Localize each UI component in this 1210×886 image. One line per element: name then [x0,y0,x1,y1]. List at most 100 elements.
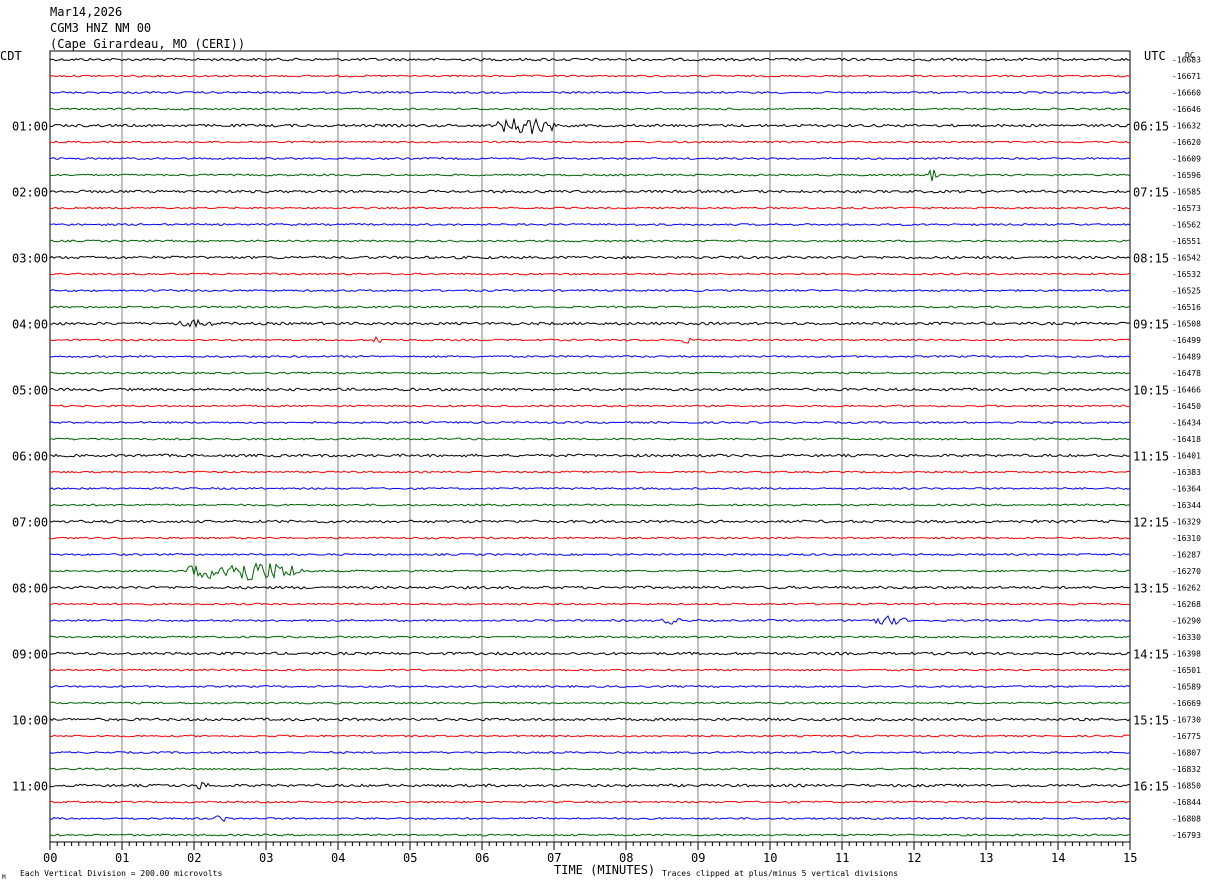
grid [49,50,1131,850]
dc-offset-label: -16807 [1172,749,1201,758]
hour-label-left: 01:00 [12,120,48,134]
dc-offset-label: -16609 [1172,155,1201,164]
dc-offset-label: -16525 [1172,287,1201,296]
dc-offset-label: -16646 [1172,105,1201,114]
trace-17 [49,335,1131,344]
dc-offset-label: -16551 [1172,237,1201,246]
trace-11 [49,239,1131,243]
x-tick-label: 04 [331,851,345,865]
trace-15 [49,305,1131,309]
x-tick-label: 09 [691,851,705,865]
dc-offset-label: -16364 [1172,485,1201,494]
hour-label-right: 14:15 [1133,648,1169,662]
dc-offset-label: -16478 [1172,369,1201,378]
dc-offset-label: -16671 [1172,72,1201,81]
trace-6 [49,156,1131,160]
trace-34 [49,615,1131,626]
dc-offset-label: -16418 [1172,435,1201,444]
clip-note: Traces clipped at plus/minus 5 vertical … [662,869,898,878]
trace-36 [49,651,1131,656]
trace-13 [49,272,1131,276]
trace-29 [49,536,1131,540]
dc-offset-label: -16508 [1172,320,1201,329]
trace-12 [49,255,1131,260]
dc-offset-label: -16775 [1172,732,1201,741]
helicorder-plot: 00 01 02 03 04 05 06 07 08 09 10 11 12 13 14 1501:00 06:… [0,49,1201,881]
dc-offset-label: -16808 [1172,815,1201,824]
x-tick-label: 06 [475,851,489,865]
labels: 00 01 02 03 04 05 06 07 08 09 10 11 12 13 14 1501:00 06:… [12,56,1201,866]
dc-offset-label: -16573 [1172,204,1201,213]
dc-offset-label: -16398 [1172,650,1201,659]
trace-25 [49,470,1131,474]
dc-offset-label: -16290 [1172,617,1201,626]
hour-label-right: 06:15 [1133,120,1169,134]
trace-35 [49,635,1131,639]
hour-label-right: 13:15 [1133,582,1169,596]
trace-19 [49,371,1131,375]
x-tick-label: 01 [115,851,129,865]
trace-7 [49,168,1131,182]
dc-offset-label: -16489 [1172,353,1201,362]
hour-label-right: 12:15 [1133,516,1169,530]
trace-5 [49,140,1131,144]
trace-42 [49,750,1131,755]
trace-31 [49,562,1131,581]
hour-label-left: 03:00 [12,252,48,266]
hour-label-right: 08:15 [1133,252,1169,266]
left-timezone-label: CDT [0,49,22,63]
x-tick-label: 00 [43,851,57,865]
x-tick-label: 03 [259,851,273,865]
x-tick-label: 02 [187,851,201,865]
hour-label-left: 10:00 [12,714,48,728]
trace-41 [49,734,1130,738]
trace-8 [49,189,1131,194]
trace-20 [49,387,1131,392]
x-tick-label: 10 [763,851,777,865]
trace-40 [49,717,1131,722]
dc-offset-label: -16287 [1172,551,1201,560]
dc-offset-label: -16310 [1172,534,1201,543]
corner-mark: M [2,874,6,881]
x-tick-label: 12 [907,851,921,865]
trace-38 [49,684,1131,689]
dc-offset-label: -16516 [1172,303,1201,312]
trace-18 [49,355,1131,359]
dc-offset-label: -16401 [1172,452,1201,461]
dc-offset-label: -16262 [1172,584,1201,593]
trace-4 [49,117,1131,135]
x-tick-label: 15 [1123,851,1137,865]
trace-2 [49,90,1131,95]
trace-28 [49,519,1131,524]
dc-offset-label: -16562 [1172,221,1201,230]
hour-label-left: 07:00 [12,516,48,530]
dc-offset-label: -16589 [1172,683,1201,692]
traces [49,57,1131,837]
trace-32 [49,585,1131,590]
dc-offset-label: -16669 [1172,699,1201,708]
dc-offset-label: -16832 [1172,765,1201,774]
hour-label-left: 11:00 [12,780,48,794]
x-tick-label: 13 [979,851,993,865]
trace-21 [49,404,1131,408]
dc-offset-label: -16501 [1172,666,1201,675]
trace-44 [49,781,1130,790]
dc-offset-label: -16844 [1172,798,1201,807]
dc-offset-label: -16499 [1172,336,1201,345]
trace-39 [49,701,1131,705]
trace-47 [49,833,1131,837]
dc-offset-label: -16620 [1172,138,1201,147]
dc-offset-label: -16632 [1172,122,1201,131]
hour-label-right: 07:15 [1133,186,1169,200]
scale-note: Each Vertical Division = 200.00 microvol… [20,869,222,878]
hour-label-left: 09:00 [12,648,48,662]
hour-label-right: 09:15 [1133,318,1169,332]
right-timezone-label: UTC [1144,49,1166,63]
dc-offset-label: -16434 [1172,419,1201,428]
hour-label-right: 16:15 [1133,780,1169,794]
hour-label-left: 05:00 [12,384,48,398]
dc-offset-label: -16660 [1172,89,1201,98]
hour-label-left: 02:00 [12,186,48,200]
x-tick-label: 14 [1051,851,1065,865]
trace-26 [49,486,1131,490]
